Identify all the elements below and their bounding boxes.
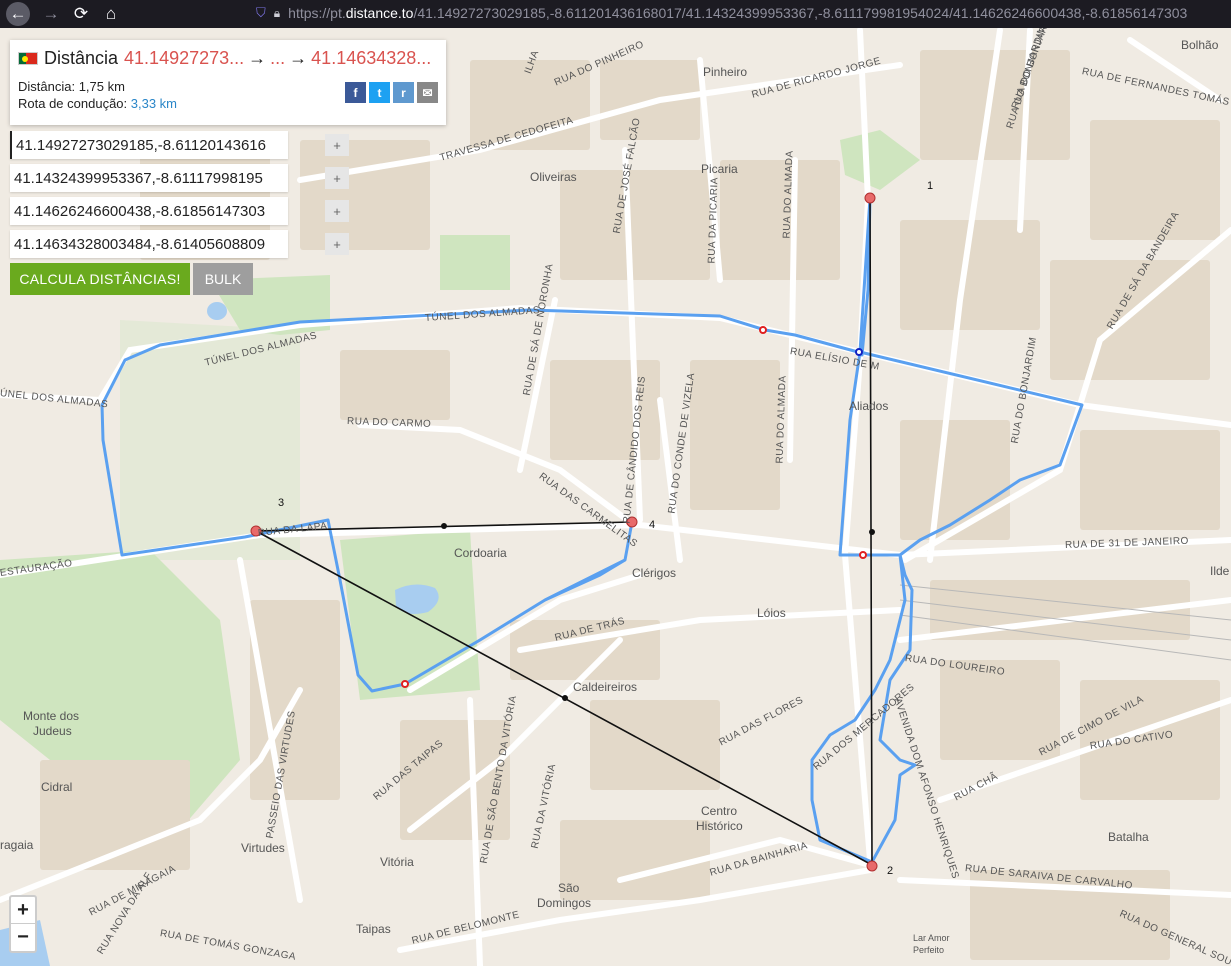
coord-input-1[interactable] — [10, 131, 288, 159]
place-label: Domingos — [537, 896, 592, 910]
marker-number: 2 — [887, 865, 894, 877]
email-icon[interactable]: ✉ — [417, 82, 438, 103]
add-point-button[interactable]: + — [325, 167, 349, 189]
place-label: Pinheiro — [703, 65, 748, 79]
add-point-button[interactable]: + — [325, 200, 349, 222]
to-coord-link[interactable]: 41.14634328... — [311, 48, 431, 69]
zoom-out-button[interactable]: − — [11, 924, 35, 951]
marker-number: 3 — [278, 497, 285, 509]
place-label: Centro — [701, 804, 738, 818]
distance-label: Distância: — [18, 79, 76, 94]
place-label: Aliados — [849, 399, 889, 413]
marker-1[interactable] — [864, 192, 876, 204]
forward-arrow-icon[interactable]: → — [36, 2, 66, 26]
url-text: https://pt.distance.to/41.14927273029185… — [288, 5, 1187, 21]
calculate-distances-button[interactable]: CALCULA DISTÂNCIAS! — [10, 263, 190, 295]
marker-number: 1 — [927, 180, 934, 192]
coord-input-3[interactable] — [10, 197, 288, 225]
place-label: Caldeireiros — [573, 680, 638, 694]
arrow-icon: → — [248, 48, 267, 68]
distance-value: 1,75 km — [78, 79, 125, 94]
zoom-in-button[interactable]: + — [11, 897, 35, 924]
place-label: Cidral — [41, 780, 73, 794]
portugal-flag-icon — [18, 52, 38, 65]
bulk-button[interactable]: BULK — [193, 263, 253, 295]
address-bar[interactable]: ⛉ 🔒︎ https://pt.distance.to/41.149272730… — [248, 2, 1231, 24]
place-label: ragaia — [0, 838, 34, 852]
coord-input-4[interactable] — [10, 230, 288, 258]
park-area — [440, 235, 510, 290]
route-value-link[interactable]: 3,33 km — [131, 96, 177, 111]
add-point-button[interactable]: + — [325, 134, 349, 156]
place-label: Virtudes — [241, 841, 285, 855]
distance-info-panel: Distância 41.14927273... → ... → 41.1463… — [10, 40, 446, 125]
place-label: Vitória — [380, 855, 414, 869]
place-label: Batalha — [1108, 830, 1149, 844]
place-label: Judeus — [33, 724, 72, 738]
zoom-control: + − — [9, 895, 37, 953]
place-label: Clérigos — [632, 566, 677, 580]
home-icon[interactable]: ⌂ — [96, 2, 126, 26]
marker-2[interactable] — [866, 860, 878, 872]
lock-icon[interactable]: 🔒︎ — [274, 6, 280, 21]
share-icons: f t r ✉ — [345, 82, 438, 103]
place-label: Lóios — [757, 606, 786, 620]
place-label: São — [558, 881, 580, 895]
place-label: Bolhão — [1181, 38, 1219, 52]
place-label: Lar Amor — [913, 933, 950, 943]
from-coord-link[interactable]: 41.14927273... — [124, 48, 244, 69]
place-label: Ilde — [1210, 564, 1230, 578]
twitter-icon[interactable]: t — [369, 82, 390, 103]
pond — [207, 302, 227, 320]
shield-icon[interactable]: ⛉ — [256, 5, 266, 21]
park-area — [840, 130, 920, 190]
url-prefix: https://pt. — [288, 5, 346, 21]
place-label: Oliveiras — [530, 170, 577, 184]
back-arrow-icon[interactable]: ← — [6, 2, 30, 26]
place-label: Perfeito — [913, 945, 945, 955]
route-label: Rota de condução: — [18, 96, 128, 111]
reload-icon[interactable]: ⟳ — [66, 2, 96, 26]
place-label: Histórico — [696, 819, 743, 833]
distance-title: Distância 41.14927273... → ... → 41.1463… — [18, 48, 438, 69]
title-text: Distância — [44, 48, 119, 68]
mid-coord-link[interactable]: ... — [270, 48, 285, 69]
facebook-icon[interactable]: f — [345, 82, 366, 103]
reddit-icon[interactable]: r — [393, 82, 414, 103]
add-point-button[interactable]: + — [325, 233, 349, 255]
place-label: Picaria — [701, 162, 738, 176]
place-label: Monte dos — [23, 709, 80, 723]
place-label: Taipas — [356, 922, 391, 936]
browser-toolbar: ← → ⟳ ⌂ ⛉ 🔒︎ https://pt.distance.to/41.1… — [0, 0, 1231, 28]
marker-number: 4 — [649, 519, 656, 531]
url-host: distance.to — [345, 5, 414, 21]
place-label: Cordoaria — [454, 546, 507, 560]
coord-input-2[interactable] — [10, 164, 288, 192]
url-path: /41.14927273029185,-8.611201436168017/41… — [413, 5, 1188, 21]
arrow-icon: → — [289, 48, 308, 68]
